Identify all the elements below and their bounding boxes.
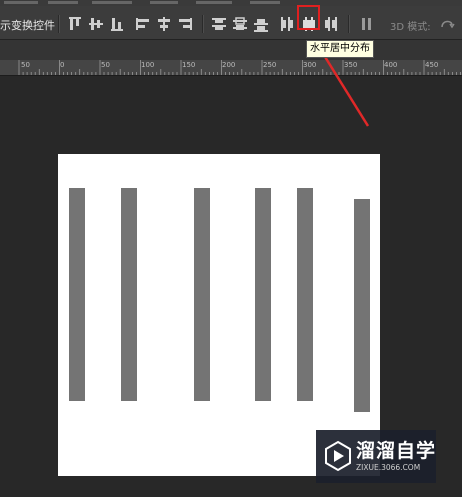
ruler-label: 200: [222, 61, 236, 69]
watermark-url: ZIXUE.3066.COM: [356, 463, 421, 472]
shape-bar[interactable]: [354, 199, 370, 412]
distribute-top-edges-icon[interactable]: [210, 15, 228, 33]
ruler-label: 100: [141, 61, 155, 69]
show-transform-controls-label[interactable]: 示变换控件: [0, 17, 55, 33]
ruler-label: 0: [60, 61, 65, 69]
ruler-label: 300: [303, 61, 317, 69]
distribute-horizontal-centers-icon[interactable]: [300, 15, 318, 33]
auto-align-layers-icon[interactable]: [358, 15, 376, 33]
watermark: 溜溜自学 ZIXUE.3066.COM: [316, 430, 436, 483]
horizontal-ruler: 50 0 50 100 150 200 250 300 350 400 450: [0, 60, 462, 76]
ruler-label: 400: [384, 61, 398, 69]
ruler-label: 250: [263, 61, 277, 69]
3d-mode-label: 3D 模式:: [390, 22, 431, 33]
distribute-right-edges-icon[interactable]: [322, 15, 340, 33]
tooltip: 水平居中分布: [306, 40, 374, 58]
document-tab-strip: [0, 40, 462, 60]
distribute-left-edges-icon[interactable]: [278, 15, 296, 33]
align-top-edges-icon[interactable]: [66, 15, 84, 33]
ruler-label: 350: [344, 61, 358, 69]
distribute-vertical-centers-icon[interactable]: [231, 15, 249, 33]
play-logo-icon: [325, 440, 351, 472]
align-vertical-centers-icon[interactable]: [87, 15, 105, 33]
ruler-label: 50: [101, 61, 110, 69]
options-bar: 示变换控件 3D 模式:: [0, 6, 462, 40]
align-right-edges-icon[interactable]: [176, 15, 194, 33]
3d-rotate-icon[interactable]: [438, 15, 456, 33]
ruler-label: 50: [21, 61, 30, 69]
document-canvas[interactable]: [58, 154, 380, 476]
shape-bar[interactable]: [69, 188, 85, 401]
align-bottom-edges-icon[interactable]: [108, 15, 126, 33]
shape-bar[interactable]: [255, 188, 271, 401]
shape-bar[interactable]: [297, 188, 313, 401]
distribute-bottom-edges-icon[interactable]: [252, 15, 270, 33]
align-left-edges-icon[interactable]: [134, 15, 152, 33]
watermark-brand: 溜溜自学: [356, 440, 437, 462]
align-horizontal-centers-icon[interactable]: [155, 15, 173, 33]
ruler-label: 450: [425, 61, 439, 69]
shape-bar[interactable]: [194, 188, 210, 401]
shape-bar[interactable]: [121, 188, 137, 401]
ruler-label: 150: [182, 61, 196, 69]
